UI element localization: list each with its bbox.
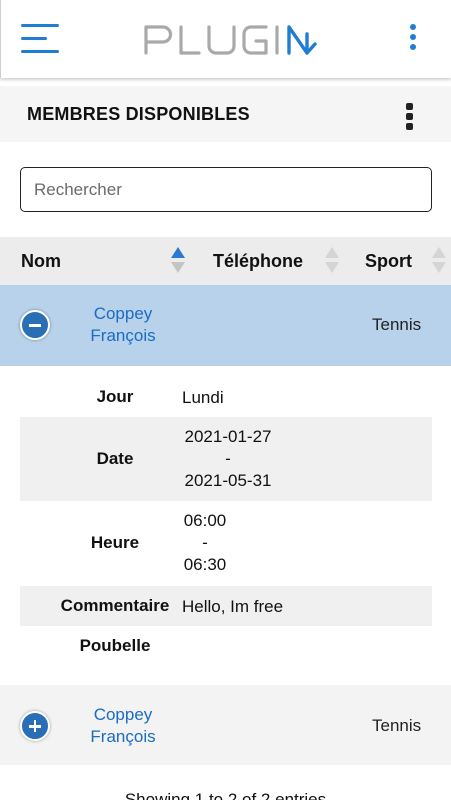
expand-row-icon[interactable] — [20, 711, 50, 741]
collapse-row-icon[interactable] — [20, 310, 50, 340]
top-app-bar — [0, 0, 451, 78]
detail-row-heure: Heure 06:00 - 06:30 — [20, 501, 432, 586]
detail-row-jour: Jour Lundi — [20, 381, 432, 417]
table-header: Nom Téléphone Sport — [0, 237, 451, 285]
pagination-info: Showing 1 to 2 of 2 entries — [124, 790, 327, 800]
sort-icon[interactable] — [432, 247, 446, 275]
detail-row-date: Date 2021-01-27 - 2021-05-31 — [20, 417, 432, 501]
section-title: MEMBRES DISPONIBLES — [27, 104, 250, 124]
detail-value-date: 2021-01-27 - 2021-05-31 — [184, 427, 272, 490]
member-sport: Tennis — [372, 315, 422, 334]
column-header-telephone[interactable]: Téléphone — [213, 251, 303, 272]
plugin-logo — [144, 25, 317, 55]
detail-label: Poubelle — [79, 636, 151, 655]
column-header-sport[interactable]: Sport — [365, 251, 412, 272]
member-name[interactable]: Coppey François — [80, 303, 166, 347]
sort-icon[interactable] — [325, 247, 339, 275]
section-header: MEMBRES DISPONIBLES — [0, 86, 451, 142]
search-input[interactable] — [20, 167, 432, 212]
column-header-nom[interactable]: Nom — [21, 251, 61, 272]
section-more-icon[interactable] — [405, 103, 413, 133]
more-options-icon[interactable] — [409, 24, 417, 54]
table-row[interactable]: Coppey François Tennis — [0, 685, 451, 765]
member-sport: Tennis — [372, 716, 422, 735]
table-row[interactable]: Coppey François Tennis — [0, 285, 451, 366]
detail-value: Hello, Im free — [182, 597, 284, 616]
detail-row-poubelle: Poubelle — [20, 626, 432, 666]
sort-asc-icon[interactable] — [171, 247, 185, 275]
detail-value: Lundi — [182, 388, 224, 407]
detail-row-commentaire: Commentaire Hello, Im free — [20, 586, 432, 626]
hamburger-menu-icon[interactable] — [21, 24, 59, 54]
member-name[interactable]: Coppey François — [80, 704, 166, 748]
detail-value-heure: 06:00 - 06:30 — [183, 511, 227, 574]
